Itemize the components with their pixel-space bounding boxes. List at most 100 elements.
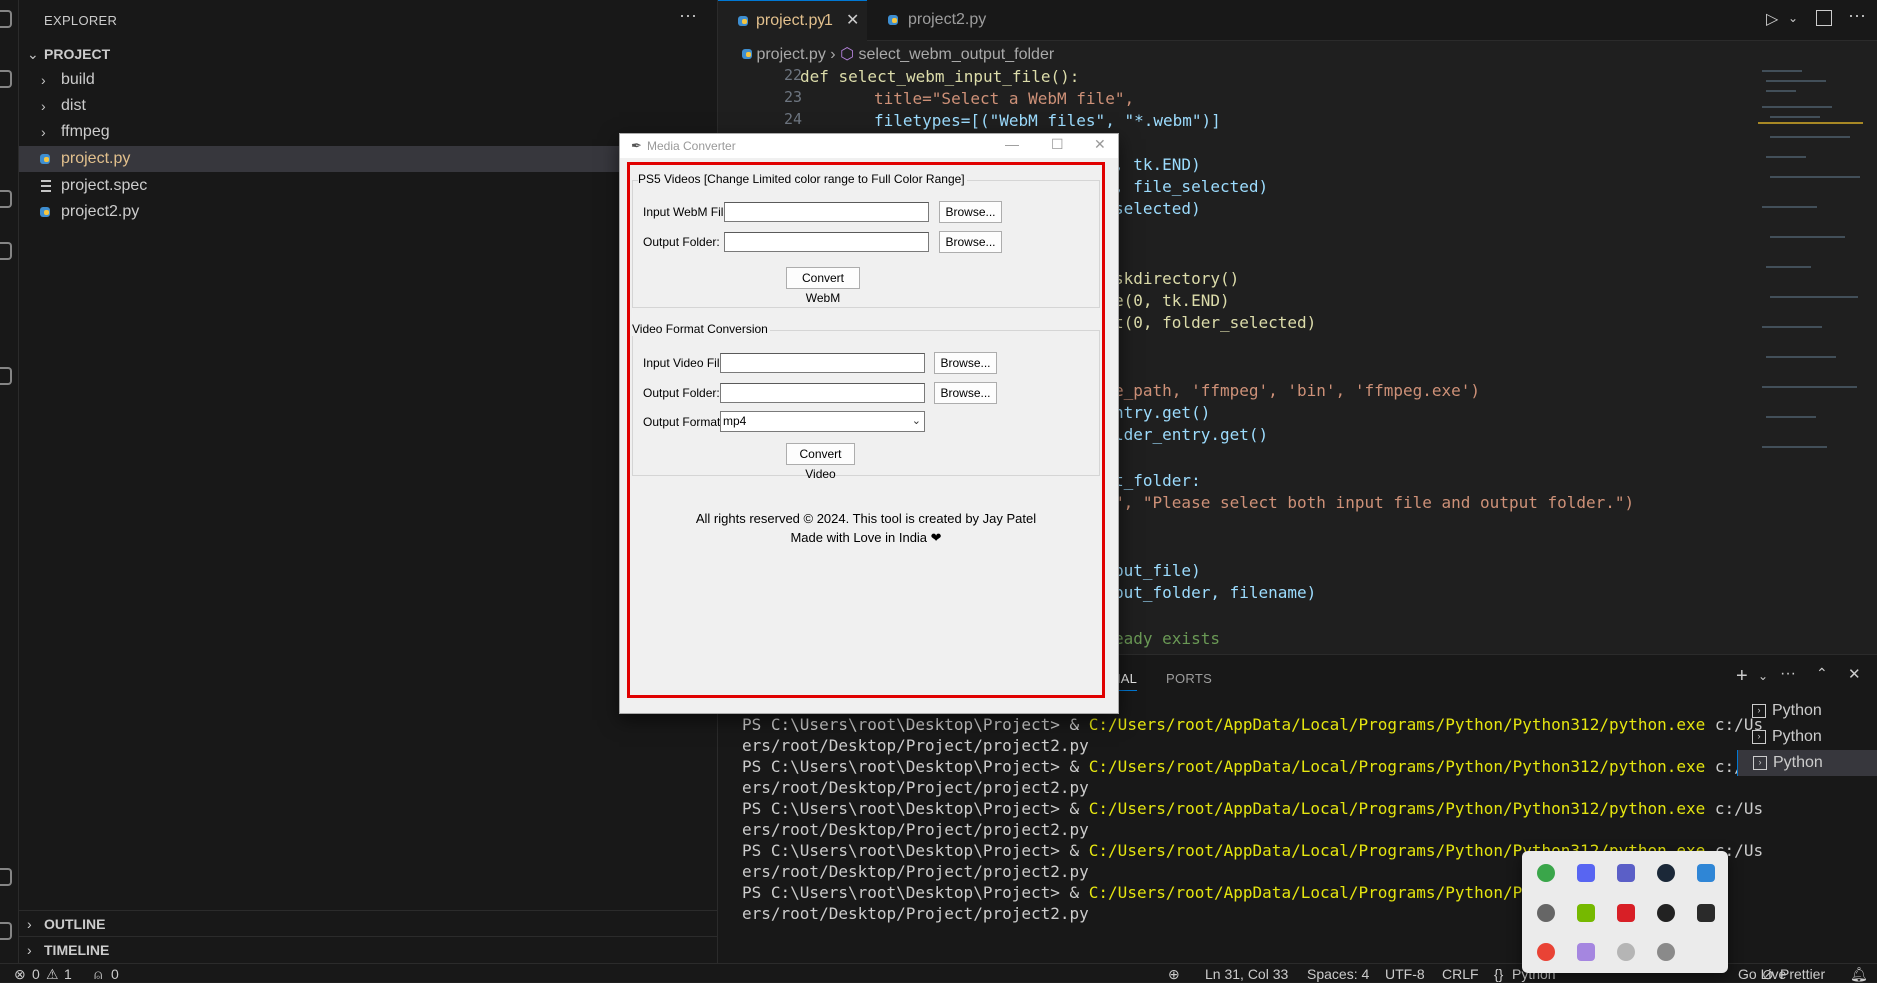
terminal-line: PS C:\Users\root\Desktop\Project> & C:/U… [742, 757, 1764, 776]
more-actions-icon[interactable]: ··· [1848, 5, 1866, 26]
encoding[interactable]: UTF-8 [1385, 966, 1425, 982]
terminal-list-item[interactable]: › Python [1737, 724, 1877, 750]
nvidia-icon[interactable] [1577, 904, 1595, 922]
warning-count[interactable]: 1 [64, 966, 72, 982]
pen-icon[interactable] [1577, 943, 1595, 961]
code-line: t(0, folder_selected) [1114, 313, 1317, 332]
tree-item-label: dist [61, 97, 86, 114]
tab-ports[interactable]: PORTS [1166, 671, 1212, 686]
bell-icon[interactable]: 🔔︎ [1850, 966, 1868, 983]
tree-item-ffmpeg[interactable]: › ffmpeg [19, 119, 717, 145]
remote-icon[interactable] [0, 367, 12, 385]
tree-item-project-spec[interactable]: project.spec [19, 173, 717, 199]
terminal-line: PS C:\Users\root\Desktop\Project> & C:/U… [742, 715, 1764, 734]
epic-games-icon[interactable] [1697, 904, 1715, 922]
tree-item-build[interactable]: › build [19, 67, 717, 93]
code-line: , file_selected) [1114, 177, 1269, 196]
code-line: selected) [1114, 199, 1201, 218]
defender-icon[interactable] [1697, 864, 1715, 882]
code-line: put_file) [1114, 561, 1201, 580]
tree-item-project-py[interactable]: project.py [19, 146, 717, 172]
chevron-right-icon: › [27, 942, 32, 958]
terminal-line: ers/root/Desktop/Project/project2.py [742, 778, 1089, 797]
tk-feather-icon: ✒ [631, 138, 642, 153]
error-count[interactable]: 0 [32, 966, 40, 982]
tree-item-project2-py[interactable]: project2.py [19, 199, 717, 225]
minimize-icon[interactable]: — [1005, 136, 1019, 152]
cursor-position[interactable]: Ln 31, Col 33 [1205, 966, 1288, 982]
tab-project-py[interactable]: project.py 1 ✕ [718, 0, 867, 41]
arc-icon[interactable] [1657, 943, 1675, 961]
line-number: 22 [783, 66, 802, 84]
close-icon[interactable]: ✕ [1094, 136, 1106, 153]
link-icon[interactable] [1617, 943, 1635, 961]
breadcrumb-file[interactable]: project.py [756, 46, 825, 63]
error-icon: ⊗ [14, 966, 26, 982]
terminal-list-item[interactable]: › Python [1737, 750, 1877, 776]
files-icon[interactable] [0, 10, 12, 28]
line-number: 23 [783, 88, 802, 106]
terminal-line: PS C:\Users\root\Desktop\Project> & C:/U… [742, 883, 1581, 902]
teams-icon[interactable] [1617, 864, 1635, 882]
steam-icon[interactable] [1657, 864, 1675, 882]
discord-icon[interactable] [1577, 864, 1595, 882]
chrome-icon[interactable] [1537, 943, 1555, 961]
g-hub-icon[interactable] [1657, 904, 1675, 922]
project-folder-header[interactable]: ⌄ PROJECT [19, 41, 717, 67]
maximize-icon[interactable]: ☐ [1051, 136, 1064, 153]
window-titlebar[interactable]: ✒ Media Converter — ☐ ✕ [620, 134, 1118, 158]
tree-item-dist[interactable]: › dist [19, 93, 717, 119]
python-file-icon [738, 16, 748, 26]
code-line: eady exists [1114, 629, 1220, 648]
indentation[interactable]: Spaces: 4 [1307, 966, 1369, 982]
breadcrumb-symbol[interactable]: select_webm_output_folder [858, 46, 1054, 63]
cloud-off-icon[interactable] [1537, 904, 1555, 922]
chevron-down-icon[interactable]: ⌄ [1758, 669, 1768, 683]
python-file-icon [40, 207, 50, 217]
close-panel-icon[interactable]: ✕ [1848, 665, 1861, 683]
code-line: title="Select a WebM file", [874, 89, 1135, 108]
zoom-icon[interactable]: ⊕ [1168, 966, 1180, 983]
tab-project2-py[interactable]: project2.py [868, 0, 1006, 40]
terminal-list-item[interactable]: › Python [1737, 698, 1877, 724]
new-terminal-icon[interactable]: + [1736, 665, 1748, 688]
ports-icon: ⍝ [94, 966, 103, 982]
settings-gear-icon[interactable] [0, 922, 12, 940]
chevron-down-icon[interactable]: ⌄ [1788, 11, 1798, 25]
code-line: ", "Please select both input file and ou… [1114, 493, 1635, 512]
account-icon[interactable] [0, 868, 12, 886]
more-actions-icon[interactable]: ··· [679, 5, 697, 26]
tree-item-label: build [61, 71, 95, 88]
warning-icon: ⚠ [46, 966, 59, 982]
line-number: 24 [783, 110, 802, 128]
more-actions-icon[interactable]: ··· [1780, 665, 1796, 683]
tab-label: project2.py [908, 11, 987, 28]
breadcrumb-separator: › [830, 46, 836, 63]
split-editor-icon[interactable] [1816, 10, 1832, 26]
python-file-icon [888, 15, 898, 25]
maximize-panel-icon[interactable]: ⌃ [1816, 665, 1828, 682]
terminal-line: ers/root/Desktop/Project/project2.py [742, 736, 1089, 755]
prettier[interactable]: Prettier [1780, 966, 1825, 982]
extensions-icon[interactable] [0, 242, 12, 260]
chevron-down-icon: ⌄ [27, 46, 39, 62]
search-icon[interactable] [0, 70, 12, 88]
tree-item-label: ffmpeg [61, 123, 110, 140]
shield-app-icon[interactable] [1537, 864, 1555, 882]
code-line: def select_webm_input_file(): [800, 67, 1080, 86]
timeline-section[interactable]: › TIMELINE [19, 936, 717, 963]
close-icon[interactable]: ✕ [846, 1, 859, 41]
minimap[interactable] [1758, 66, 1863, 654]
ports-count[interactable]: 0 [111, 966, 119, 982]
project-folder-label: PROJECT [44, 46, 111, 62]
breadcrumb: project.py › ⬡ select_webm_output_folder [742, 44, 1054, 64]
problem-badge: 1 [824, 12, 833, 29]
line-ending[interactable]: CRLF [1442, 966, 1479, 982]
braces-icon: {} [1494, 966, 1504, 982]
q-app-icon[interactable] [1617, 904, 1635, 922]
code-line: skdirectory() [1114, 269, 1240, 288]
explorer-title: EXPLORER [44, 13, 118, 28]
outline-section[interactable]: › OUTLINE [19, 910, 717, 937]
run-icon[interactable]: ▷ [1766, 9, 1778, 29]
run-debug-icon[interactable] [0, 190, 12, 208]
